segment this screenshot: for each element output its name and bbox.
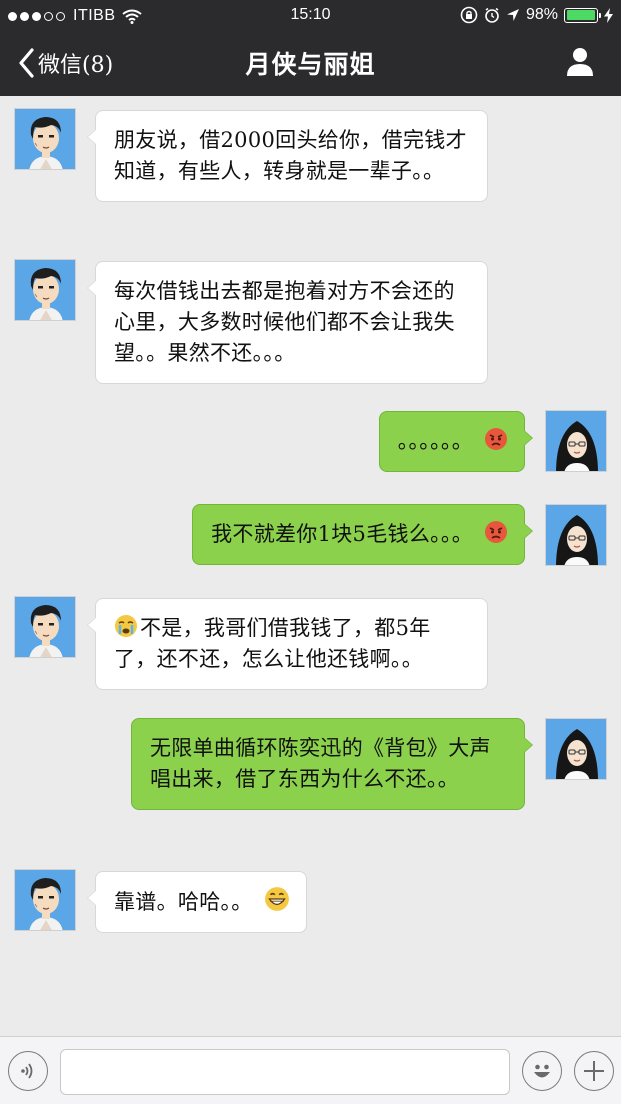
battery-icon [564,7,601,23]
voice-icon [21,1063,33,1079]
my-avatar[interactable] [545,410,607,472]
avatar-image [546,411,607,472]
rotation-lock-icon [460,6,478,24]
top-bar: ITIBB 15:10 98% 微信(8) 月侠与丽姐 [0,0,621,96]
crying-face-emoji [115,615,137,637]
person-icon [567,48,593,76]
my-avatar[interactable] [545,504,607,566]
contact-avatar[interactable] [14,259,76,321]
status-bar: ITIBB 15:10 98% [0,0,621,30]
battery-percent: 98% [525,6,558,23]
message-bubble-incoming[interactable]: 朋友说，借2000回头给你，借完钱才知道，有些人，转身就是一辈子。。 [87,110,488,202]
avatar-image [15,597,76,658]
message-bubble-incoming[interactable]: 靠谱。哈哈。。 [87,871,307,933]
location-arrow-icon [506,9,519,21]
angry-face-emoji [485,521,507,543]
contact-avatar[interactable] [14,596,76,658]
input-bar [0,1036,621,1104]
message-text: 。。。。。。 [397,429,474,453]
message-input[interactable] [60,1049,510,1095]
message-text: 每次借钱出去都是抱着对方不会还的心里，大多数时候他们都不会让我失望。。果然不还。… [114,279,455,365]
chat-info-button[interactable] [565,46,595,80]
chat-title: 月侠与丽姐 [245,50,376,79]
message-text: 不是，我哥们借我钱了，都5年了，还不还，怎么让他还钱啊。。 [114,616,431,671]
message-bubble-incoming[interactable]: 每次借钱出去都是抱着对方不会还的心里，大多数时候他们都不会让我失望。。果然不还。… [87,261,488,384]
message-text: 朋友说，借2000回头给你，借完钱才知道，有些人，转身就是一辈子。。 [114,128,467,183]
emoji-icon [534,1064,550,1078]
contact-avatar[interactable] [14,869,76,931]
battery-fill [566,10,595,20]
avatar-image [15,260,76,321]
message-bubble-outgoing[interactable]: 我不就差你1块5毛钱么。。。 [192,504,533,565]
status-right-icons: 98% [460,6,613,24]
message-text: 我不就差你1块5毛钱么。。。 [211,522,474,546]
avatar-image [546,719,607,780]
angry-face-emoji [485,428,507,450]
emoji-button[interactable] [522,1051,562,1091]
message-bubble-outgoing[interactable]: 。。。。。。 [378,411,534,472]
plus-icon [584,1061,604,1081]
my-avatar[interactable] [545,718,607,780]
charging-bolt-icon [604,7,613,23]
alarm-icon [485,7,499,23]
avatar-image [15,109,76,170]
message-bubble-incoming[interactable]: 不是，我哥们借我钱了，都5年了，还不还，怎么让他还钱啊。。 [87,598,488,690]
message-text: 靠谱。哈哈。。 [114,890,253,914]
nav-bar: 微信(8) 月侠与丽姐 [0,30,621,96]
avatar-image [15,870,76,931]
message-bubble-outgoing[interactable]: 无限单曲循环陈奕迅的《背包》大声唱出来，借了东西为什么不还。。 [131,718,533,810]
contact-avatar[interactable] [14,108,76,170]
message-text: 无限单曲循环陈奕迅的《背包》大声唱出来，借了东西为什么不还。。 [150,736,491,791]
grinning-face-emoji [264,887,289,911]
voice-button[interactable] [8,1051,48,1091]
more-button[interactable] [574,1051,614,1091]
avatar-image [546,505,607,566]
